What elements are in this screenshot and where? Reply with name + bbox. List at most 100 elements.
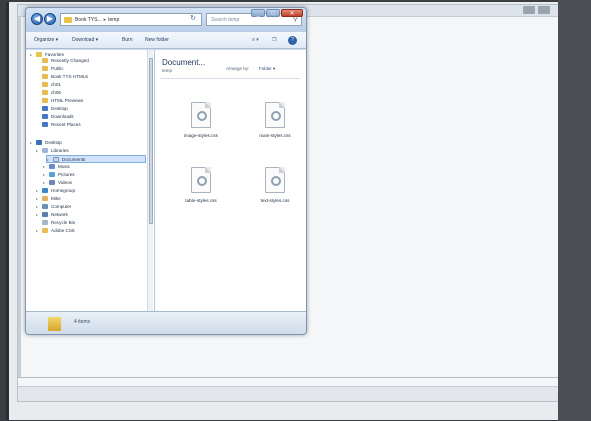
- css-file-icon: [191, 102, 211, 128]
- file-name: main-styles.css: [259, 133, 291, 138]
- nav-tree-item[interactable]: HTML Previews: [36, 97, 83, 105]
- file-item[interactable]: main-styles.css: [245, 102, 305, 158]
- nav-tree-label: Homegroup: [51, 188, 76, 193]
- nav-tree-label: Mike: [51, 196, 61, 201]
- recent-places-icon: [42, 122, 48, 127]
- nav-tree-item[interactable]: Recent Places: [36, 121, 81, 129]
- help-icon[interactable]: ?: [288, 36, 297, 45]
- refresh-icon[interactable]: ↻: [186, 14, 200, 25]
- nav-tree-item[interactable]: ▸ Documents: [46, 155, 146, 163]
- nav-tree-label: Public: [51, 66, 64, 71]
- desktop-icon: [36, 140, 42, 145]
- command-bar: Organize ▾ Download ▾ Burn New folder ≡ …: [26, 32, 306, 49]
- address-bar[interactable]: Book TYS... ▸ temp: [60, 13, 202, 26]
- file-name: image-styles.css: [184, 133, 218, 138]
- nav-tree-label: Pictures: [58, 172, 75, 177]
- nav-tree-item[interactable]: ch06: [36, 89, 61, 97]
- breadcrumb-part[interactable]: Book TYS...: [75, 17, 102, 23]
- recycle-bin-icon: [42, 220, 48, 225]
- computer-icon: [42, 204, 48, 209]
- nav-tree-item[interactable]: Recycle Bin: [36, 219, 75, 227]
- nav-tree-item[interactable]: ▸ Mike: [36, 195, 61, 203]
- preview-pane-icon[interactable]: ❐: [272, 32, 276, 49]
- nav-tree-label: Recently Changed: [51, 58, 89, 63]
- file-name: text-styles.css: [260, 198, 290, 203]
- nav-tree-item[interactable]: ▸ Computer: [36, 203, 71, 211]
- library-icon: [42, 148, 48, 153]
- search-placeholder: Search temp: [211, 17, 240, 23]
- close-button[interactable]: ✕: [281, 9, 303, 17]
- window-controls: _ □ ✕: [251, 9, 303, 17]
- nav-tree-label: Book TYS HTML5: [51, 74, 88, 79]
- nav-tree-label: Music: [58, 164, 70, 169]
- file-list-pane: Document... temp Arrange by: Folder ▾ im…: [155, 50, 306, 311]
- nav-tree-item[interactable]: ▸ Libraries: [36, 147, 69, 155]
- nav-tree-label: HTML Previews: [51, 98, 84, 103]
- nav-tree-label: Computer: [51, 204, 72, 209]
- nav-tree-label: Libraries: [51, 148, 69, 153]
- nav-tree-item[interactable]: ▸ Videos: [43, 179, 72, 187]
- minimize-button[interactable]: _: [251, 9, 265, 17]
- minimize-icon[interactable]: [523, 6, 535, 14]
- download-menu[interactable]: Download ▾: [72, 32, 98, 49]
- nav-tree-label: Recent Places: [51, 122, 81, 127]
- maximize-button[interactable]: □: [266, 9, 280, 17]
- arrange-by-label: Arrange by:: [226, 66, 250, 71]
- change-view-icon[interactable]: ≡ ▾: [252, 32, 259, 49]
- nav-tree-label: Videos: [58, 180, 72, 185]
- background-window-divider: [18, 377, 558, 378]
- nav-tree-item[interactable]: Downloads: [36, 113, 74, 121]
- folder-icon: [64, 17, 72, 23]
- file-name: table-styles.css: [185, 198, 217, 203]
- file-item[interactable]: text-styles.css: [245, 167, 305, 223]
- nav-tree-item[interactable]: ▸ Pictures: [43, 171, 75, 179]
- nav-tree-item[interactable]: ▸ Homegroup: [36, 187, 75, 195]
- nav-tree-item[interactable]: ▸ Music: [43, 163, 70, 171]
- videos-icon: [49, 180, 55, 185]
- network-icon: [42, 212, 48, 217]
- breadcrumb-part[interactable]: temp: [108, 17, 119, 23]
- library-title: Document...: [162, 58, 206, 67]
- pictures-icon: [49, 172, 55, 177]
- nav-tree-label: Adobe CS5: [51, 228, 75, 233]
- folder-icon: [42, 82, 48, 87]
- file-item[interactable]: image-styles.css: [171, 102, 231, 158]
- background-window-controls: [523, 6, 550, 14]
- download-folder-icon: [42, 114, 48, 119]
- nav-tree-item[interactable]: Public: [36, 65, 64, 73]
- css-file-icon: [191, 167, 211, 193]
- navigation-pane: ▸ Favorites Recently Changed Public Book TYS…: [26, 50, 154, 311]
- scrollbar-thumb[interactable]: [149, 58, 153, 224]
- nav-tree-item[interactable]: ▸ Network: [36, 211, 68, 219]
- nav-tree-item[interactable]: Recently Changed: [36, 57, 89, 65]
- explorer-window: ◀ ▶ Book TYS... ▸ temp ↻ Search temp ⚲ _ □…: [25, 7, 307, 335]
- new-folder-button[interactable]: New folder: [145, 32, 169, 49]
- back-button[interactable]: ◀: [31, 13, 43, 25]
- nav-tree-label: Network: [51, 212, 68, 217]
- breadcrumb-separator: ▸: [103, 17, 107, 23]
- background-window-gutter: [18, 17, 21, 377]
- nav-tree-label: Desktop: [45, 140, 62, 145]
- folder-icon: [42, 228, 48, 233]
- explorer-titlebar: ◀ ▶ Book TYS... ▸ temp ↻ Search temp ⚲ _ □…: [26, 8, 306, 32]
- desktop-icon: [42, 106, 48, 111]
- forward-button[interactable]: ▶: [44, 13, 56, 25]
- nav-tree-item[interactable]: ▸ Desktop: [30, 139, 62, 147]
- burn-button[interactable]: Burn: [122, 32, 133, 49]
- nav-tree-item[interactable]: Book TYS HTML5: [36, 73, 88, 81]
- nav-tree-item[interactable]: ▸ Adobe CS5: [36, 227, 75, 235]
- navigation-scrollbar[interactable]: [147, 50, 153, 311]
- file-item[interactable]: table-styles.css: [171, 167, 231, 223]
- monitor-bezel-right: [558, 0, 591, 421]
- nav-tree-label: Documents: [62, 157, 86, 162]
- arrange-by-dropdown[interactable]: Folder ▾: [259, 66, 275, 72]
- folder-icon: [42, 58, 48, 63]
- folder-icon: [42, 98, 48, 103]
- organize-menu[interactable]: Organize ▾: [34, 32, 58, 49]
- nav-tree-item[interactable]: ch01: [36, 81, 61, 89]
- folder-icon: [42, 66, 48, 71]
- folder-icon: [48, 317, 61, 331]
- folder-icon: [42, 74, 48, 79]
- maximize-icon[interactable]: [538, 6, 550, 14]
- nav-tree-item[interactable]: Desktop: [36, 105, 68, 113]
